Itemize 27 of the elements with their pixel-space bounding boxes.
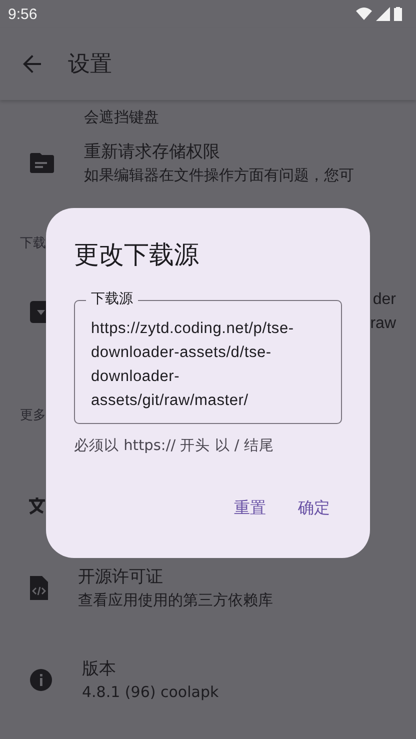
setting-summary: 如果编辑器在文件操作方面有问题，您可 <box>84 165 354 186</box>
info-icon <box>30 669 52 691</box>
folder-icon <box>30 153 54 173</box>
section-header: 下载 <box>20 235 47 252</box>
setting-summary: 4.8.1 (96) coolapk <box>82 682 219 703</box>
section-header: 更多 <box>20 407 47 424</box>
battery-icon <box>394 7 402 21</box>
dialog-title: 更改下载源 <box>74 239 200 271</box>
setting-text: raw <box>370 314 396 334</box>
helper-text: 必须以 https:// 开头 以 / 结尾 <box>74 437 275 456</box>
setting-title: 开源许可证 <box>78 566 164 589</box>
setting-summary: 会遮挡键盘 <box>84 107 160 128</box>
dialog-button[interactable]: 确定 <box>292 494 336 523</box>
screen-title: 设置 <box>68 51 112 79</box>
dialog-button[interactable]: 重置 <box>228 494 272 523</box>
back-arrow-icon[interactable] <box>22 54 42 74</box>
setting-title: 版本 <box>82 658 117 681</box>
translate-icon <box>28 496 45 515</box>
status-time: 9:56 <box>8 6 38 22</box>
setting-text: der <box>372 290 396 310</box>
field-value: https://zytd.coding.net/p/tse-downloader-assets/d/tse-downloader-assets/git/raw/master/ <box>91 319 295 411</box>
wifi-icon <box>356 7 372 21</box>
setting-title: 重新请求存储权限 <box>84 141 221 164</box>
signal-icon <box>376 7 390 21</box>
field-label: 下载源 <box>86 290 138 308</box>
setting-summary: 查看应用使用的第三方依赖库 <box>78 590 273 611</box>
code-file-icon <box>30 576 48 600</box>
